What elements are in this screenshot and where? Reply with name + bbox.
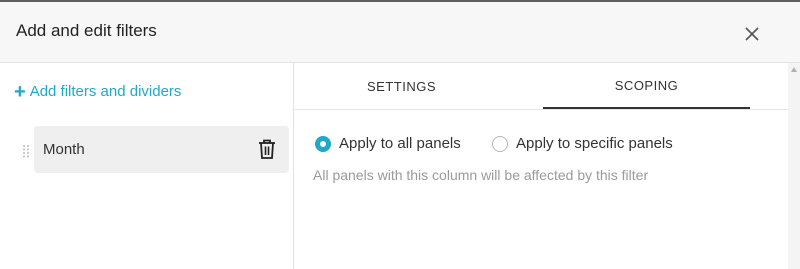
radio-apply-specific[interactable]: Apply to specific panels [492, 135, 673, 152]
modal-header: Add and edit filters [0, 2, 800, 63]
add-filters-link[interactable]: + Add filters and dividers [14, 80, 182, 103]
trash-icon[interactable] [257, 138, 277, 160]
radio-apply-all[interactable]: Apply to all panels [315, 135, 461, 152]
add-filters-label: Add filters and dividers [29, 83, 182, 100]
close-icon [745, 27, 759, 41]
scrollbar[interactable] [788, 63, 800, 269]
scoping-hint: All panels with this column will be affe… [313, 167, 649, 183]
radio-unselected-icon [492, 135, 508, 152]
radio-apply-specific-label: Apply to specific panels [516, 135, 673, 152]
drag-handle-icon[interactable] [22, 144, 30, 158]
radio-selected-icon [315, 135, 331, 152]
filter-item-month[interactable]: Month [34, 126, 289, 173]
scroll-up-arrow-icon[interactable] [791, 67, 797, 72]
modal-title: Add and edit filters [16, 21, 157, 40]
radio-apply-all-label: Apply to all panels [339, 135, 461, 152]
filter-config-panel: SETTINGS SCOPING Apply to all panels App… [294, 63, 800, 269]
close-button[interactable] [738, 20, 766, 48]
filters-sidebar: + Add filters and dividers Month [0, 63, 294, 269]
tab-bar: SETTINGS SCOPING [294, 63, 788, 110]
tab-scoping[interactable]: SCOPING [543, 63, 750, 109]
plus-icon: + [14, 80, 26, 103]
filter-item-label: Month [43, 141, 85, 158]
tab-settings[interactable]: SETTINGS [294, 63, 509, 109]
